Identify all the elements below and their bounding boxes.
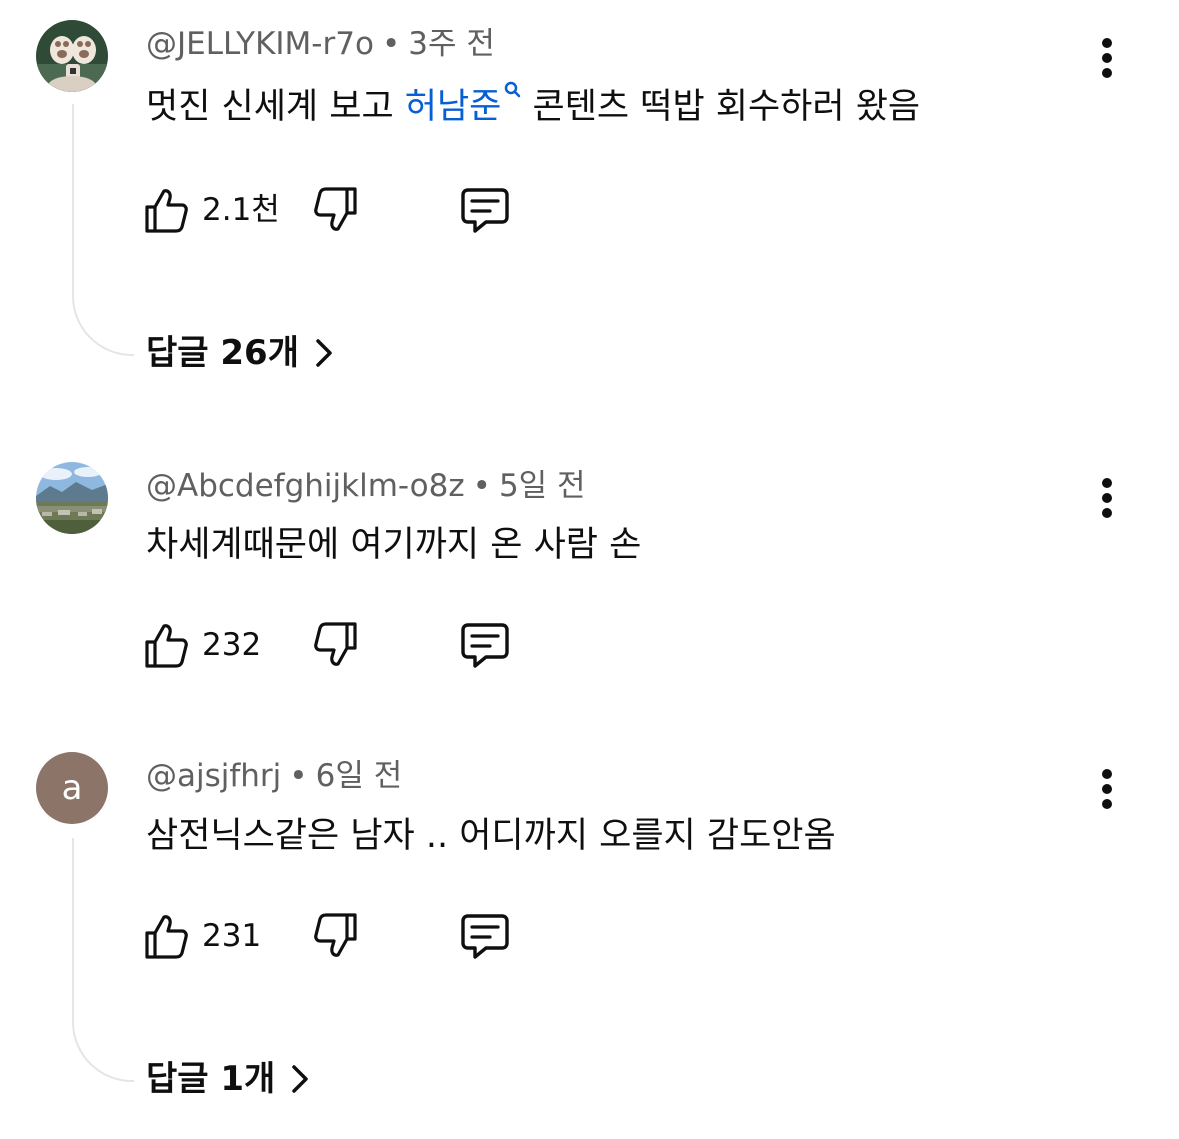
dislike-button[interactable] [312, 908, 362, 964]
avatar[interactable] [36, 462, 108, 534]
comment-actions: 2.1천 [140, 182, 560, 238]
reply-icon [461, 623, 509, 668]
more-options-button[interactable] [1086, 474, 1128, 524]
search-link-text: 허남준 [404, 87, 502, 127]
dislike-button[interactable] [312, 182, 362, 238]
thread-line [72, 104, 134, 356]
comment-meta: @JELLYKIM-r7o • 3주 전 [146, 24, 495, 64]
comment-text-after: 콘텐츠 떡밥 회수하러 왔음 [521, 87, 921, 127]
reply-icon [461, 914, 509, 959]
more-options-button[interactable] [1086, 34, 1128, 84]
like-button[interactable]: 232 [140, 617, 261, 673]
avatar[interactable]: a [36, 752, 108, 824]
reply-button[interactable] [458, 617, 512, 673]
meta-separator: • [381, 26, 401, 62]
thread-line [72, 838, 134, 1082]
comment-text: 삼전닉스같은 남자 .. 어디까지 오를지 감도안옴 [146, 816, 836, 856]
search-icon [505, 81, 521, 98]
more-vertical-icon [1102, 38, 1112, 78]
thumbs-up-icon [145, 915, 188, 959]
thumbs-down-icon [314, 913, 357, 957]
replies-label: 답글 1개 [146, 1059, 276, 1099]
comment-meta: @Abcdefghijklm-o8z • 5일 전 [146, 466, 586, 506]
comment-time: 5일 전 [498, 468, 586, 504]
comment-text-before: 멋진 신세계 보고 [146, 87, 405, 127]
more-vertical-icon [1102, 769, 1112, 809]
reply-icon [461, 188, 509, 233]
comment-actions: 232 [140, 617, 560, 673]
like-button[interactable]: 231 [140, 908, 261, 964]
thumbs-up-icon [145, 189, 188, 233]
thumbs-down-icon [314, 187, 357, 231]
comment-meta: @ajsjfhrj • 6일 전 [146, 756, 402, 796]
chevron-right-icon [316, 339, 332, 367]
meta-separator: • [289, 758, 308, 794]
view-replies-button[interactable]: 답글 26개 [146, 330, 335, 376]
cat-paws-photo-avatar [36, 20, 108, 92]
comment-actions: 231 [140, 908, 560, 964]
like-count: 231 [202, 918, 262, 954]
author-handle[interactable]: @JELLYKIM-r7o [146, 26, 374, 62]
more-vertical-icon [1102, 478, 1112, 518]
comment-time: 6일 전 [315, 758, 403, 794]
avatar-letter: a [61, 768, 83, 808]
reply-button[interactable] [458, 908, 512, 964]
like-button[interactable]: 2.1천 [140, 182, 280, 238]
view-replies-button[interactable]: 답글 1개 [146, 1056, 311, 1102]
meta-separator: • [472, 468, 491, 504]
search-link[interactable]: 허남준 [404, 81, 522, 127]
comment-text: 차세계때문에 여기까지 온 사람 손 [146, 525, 642, 565]
chevron-right-icon [292, 1065, 309, 1093]
author-handle[interactable]: @Abcdefghijklm-o8z [146, 468, 465, 504]
author-handle[interactable]: @ajsjfhrj [146, 758, 281, 794]
like-count: 2.1천 [202, 192, 280, 228]
avatar[interactable] [36, 20, 108, 92]
replies-label: 답글 26개 [146, 333, 299, 373]
more-options-button[interactable] [1086, 765, 1128, 815]
reply-button[interactable] [458, 182, 512, 238]
dislike-button[interactable] [312, 617, 362, 673]
comment-text: 멋진 신세계 보고 허남준 콘텐츠 떡밥 회수하러 왔음 [146, 81, 921, 130]
landscape-photo-avatar [36, 462, 108, 534]
like-count: 232 [202, 627, 262, 663]
comment-time: 3주 전 [408, 26, 495, 62]
thumbs-up-icon [145, 624, 188, 668]
thumbs-down-icon [314, 622, 357, 666]
